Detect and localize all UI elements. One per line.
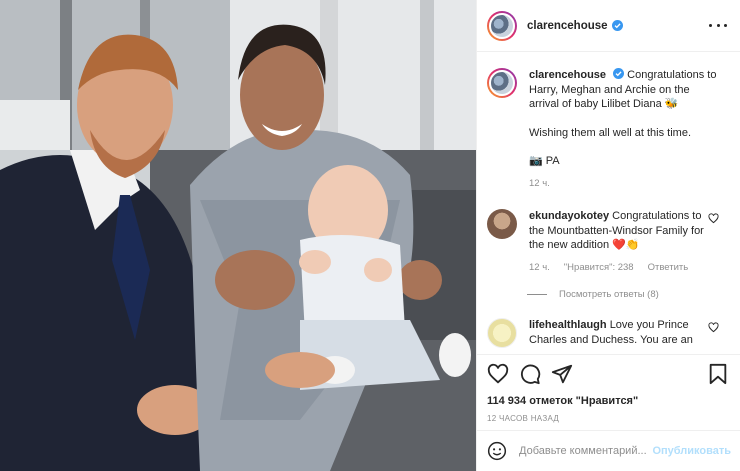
view-replies-button[interactable]: Посмотреть ответы (8) — [527, 289, 731, 300]
post-photo[interactable] — [0, 0, 476, 471]
camera-icon: 📷 — [529, 155, 543, 167]
emoji-icon[interactable] — [487, 441, 507, 461]
caption-body: clarencehouse Congratulations to Harry, … — [529, 68, 719, 191]
caption-credit: 📷 PA — [529, 154, 719, 169]
post-sidebar: clarencehouse clarencehouse Congratulati… — [476, 0, 740, 471]
comment-emoji: ❤️👏 — [612, 239, 640, 251]
more-options-icon[interactable] — [709, 18, 727, 32]
verified-icon — [613, 68, 625, 79]
comment: lifehealthlaugh Love you Prince Charles … — [487, 318, 731, 348]
commenter-avatar[interactable] — [487, 209, 517, 239]
caption-credit-text: PA — [545, 155, 560, 167]
heart-icon[interactable] — [708, 322, 719, 333]
comment-input[interactable] — [519, 445, 651, 457]
add-comment-bar: Опубликовать — [477, 430, 740, 471]
comment-likes[interactable]: "Нравится": 238 — [564, 261, 634, 276]
instagram-post: clarencehouse clarencehouse Congratulati… — [0, 0, 740, 471]
bookmark-icon[interactable] — [707, 363, 729, 385]
comment-body: ekundayokotey Congratulations to the Mou… — [529, 209, 719, 275]
publish-button[interactable]: Опубликовать — [652, 445, 731, 457]
caption-avatar[interactable] — [487, 68, 517, 98]
author-avatar[interactable] — [487, 10, 517, 41]
likes-count[interactable]: 114 934 отметок "Нравится" — [487, 395, 731, 407]
heart-icon[interactable] — [708, 213, 719, 224]
post-time[interactable]: 12 ЧАСОВ НАЗАД — [487, 414, 731, 423]
comments-list: clarencehouse Congratulations to Harry, … — [477, 53, 740, 353]
post-header: clarencehouse — [477, 0, 740, 52]
caption-time[interactable]: 12 ч. — [529, 177, 550, 192]
commenter-avatar[interactable] — [487, 318, 517, 348]
share-icon[interactable] — [551, 363, 573, 385]
photo-illustration — [0, 0, 476, 471]
author-username[interactable]: clarencehouse — [527, 20, 608, 32]
caption-username[interactable]: clarencehouse — [529, 69, 606, 81]
comment-icon[interactable] — [519, 363, 541, 385]
verified-icon — [611, 20, 623, 31]
view-replies-label: Посмотреть ответы (8) — [559, 289, 659, 300]
caption-emoji: 🐝 — [664, 98, 679, 110]
comment-meta: 12 ч. "Нравится": 238 Ответить — [529, 261, 719, 276]
action-icons — [487, 363, 731, 385]
comment-username[interactable]: ekundayokotey — [529, 210, 609, 222]
comment: ekundayokotey Congratulations to the Mou… — [487, 209, 731, 275]
comment-username[interactable]: lifehealthlaugh — [529, 319, 607, 331]
reply-button[interactable]: Ответить — [648, 261, 689, 276]
caption-line2: Wishing them all well at this time. — [529, 126, 691, 139]
caption-meta: 12 ч. — [529, 177, 719, 192]
post-actions: 114 934 отметок "Нравится" 12 ЧАСОВ НАЗА… — [477, 354, 740, 430]
caption: clarencehouse Congratulations to Harry, … — [487, 68, 731, 191]
like-heart-icon[interactable] — [487, 363, 509, 385]
comment-time[interactable]: 12 ч. — [529, 261, 550, 276]
comment-body: lifehealthlaugh Love you Prince Charles … — [529, 318, 719, 347]
